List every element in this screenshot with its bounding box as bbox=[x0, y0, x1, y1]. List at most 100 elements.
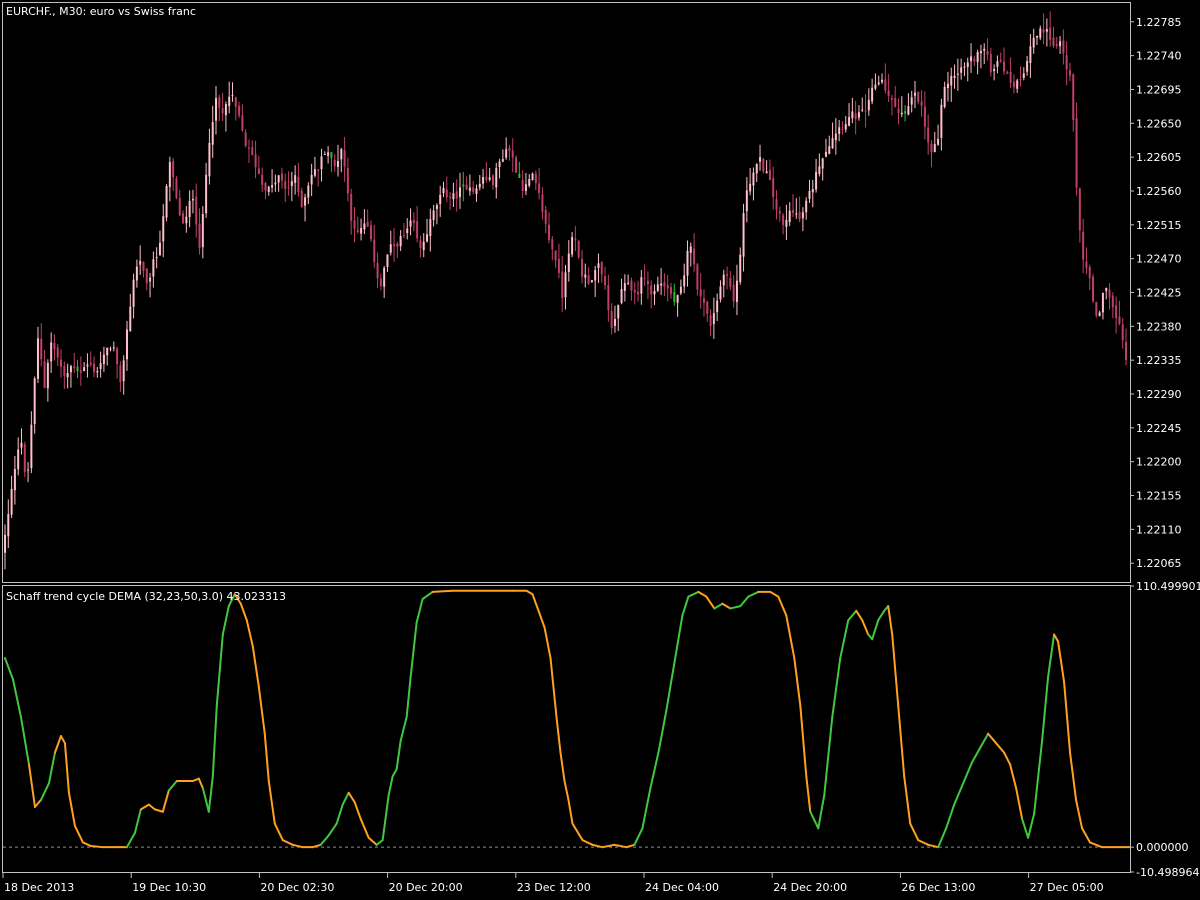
candle-body bbox=[970, 56, 973, 62]
candle-body bbox=[590, 280, 593, 283]
candle-body bbox=[396, 243, 399, 247]
candle-body bbox=[683, 275, 686, 287]
candle-body bbox=[99, 363, 102, 369]
candle-body bbox=[389, 244, 392, 253]
candle-body bbox=[343, 150, 346, 167]
candle-body bbox=[818, 166, 821, 174]
candle-body bbox=[666, 285, 669, 289]
candle-body bbox=[623, 283, 626, 291]
candle-body bbox=[30, 424, 33, 468]
background bbox=[0, 0, 1200, 900]
candle-body bbox=[518, 173, 521, 178]
candle-body bbox=[152, 259, 155, 277]
candle-body bbox=[241, 115, 244, 131]
candle-body bbox=[857, 112, 860, 118]
candle-body bbox=[290, 181, 293, 187]
candle-body bbox=[76, 366, 79, 372]
candle-body bbox=[402, 235, 405, 237]
candle-body bbox=[284, 181, 287, 189]
candle-body bbox=[521, 179, 524, 191]
candle-body bbox=[900, 112, 903, 115]
candle-body bbox=[851, 111, 854, 119]
candle-body bbox=[689, 246, 692, 253]
candle-body bbox=[109, 348, 112, 350]
candle-body bbox=[498, 161, 501, 167]
x-tick-label: 27 Dec 05:00 bbox=[1030, 881, 1104, 894]
candle-body bbox=[716, 300, 719, 313]
candle-body bbox=[93, 363, 96, 372]
candle-body bbox=[597, 263, 600, 269]
candle-body bbox=[890, 97, 893, 100]
candle-body bbox=[782, 215, 785, 225]
candle-body bbox=[808, 190, 811, 199]
candle-body bbox=[1095, 301, 1098, 316]
candle-body bbox=[261, 174, 264, 185]
candle-body bbox=[155, 257, 158, 259]
candle-body bbox=[36, 338, 39, 379]
candle-body bbox=[1032, 37, 1035, 48]
candle-body bbox=[132, 279, 135, 307]
candle-body bbox=[53, 342, 56, 350]
candle-body bbox=[125, 329, 128, 360]
y-tick-label: 1.22605 bbox=[1136, 151, 1182, 164]
y-tick-label: 1.22065 bbox=[1136, 557, 1182, 570]
candle-body bbox=[69, 366, 72, 373]
candle-body bbox=[102, 354, 105, 364]
candle-body bbox=[1022, 73, 1025, 79]
candle-body bbox=[1075, 118, 1078, 188]
candle-body bbox=[224, 104, 227, 116]
candle-body bbox=[79, 370, 82, 373]
y-tick-label: 1.22740 bbox=[1136, 50, 1182, 63]
candle-body bbox=[798, 212, 801, 220]
candle-body bbox=[650, 285, 653, 295]
candle-body bbox=[613, 319, 616, 326]
candle-body bbox=[811, 189, 814, 193]
candle-body bbox=[320, 156, 323, 170]
candle-body bbox=[821, 158, 824, 169]
candle-body bbox=[1111, 295, 1114, 308]
candle-body bbox=[917, 91, 920, 103]
candle-body bbox=[56, 347, 59, 358]
candle-body bbox=[702, 298, 705, 303]
candle-body bbox=[106, 347, 109, 356]
candle-body bbox=[544, 210, 547, 224]
candle-body bbox=[904, 111, 907, 114]
candle-body bbox=[478, 184, 481, 188]
candle-body bbox=[366, 221, 369, 227]
candle-body bbox=[653, 291, 656, 295]
candle-body bbox=[554, 250, 557, 261]
candle-body bbox=[548, 224, 551, 240]
candle-body bbox=[722, 274, 725, 286]
candle-body bbox=[330, 152, 333, 158]
candle-body bbox=[426, 234, 429, 242]
candle-body bbox=[515, 157, 518, 173]
candle-body bbox=[1078, 188, 1081, 231]
candle-body bbox=[765, 171, 768, 174]
candle-body bbox=[221, 108, 224, 114]
candle-body bbox=[943, 86, 946, 107]
candle-body bbox=[1055, 44, 1058, 47]
candle-body bbox=[435, 205, 438, 210]
candle-body bbox=[966, 62, 969, 68]
candle-body bbox=[472, 187, 475, 192]
y-tick-label: 1.22110 bbox=[1136, 523, 1182, 536]
candle-body bbox=[63, 366, 66, 376]
candle-body bbox=[587, 275, 590, 284]
candle-body bbox=[561, 271, 564, 298]
candle-body bbox=[145, 268, 148, 284]
candle-body bbox=[584, 274, 587, 278]
candle-body bbox=[946, 83, 949, 89]
candle-body bbox=[66, 373, 69, 378]
x-tick-label: 24 Dec 20:00 bbox=[773, 881, 847, 894]
candle-body bbox=[762, 159, 765, 172]
candle-body bbox=[983, 48, 986, 51]
x-tick-label: 19 Dec 10:30 bbox=[132, 881, 206, 894]
price-panel-title: EURCHF., M30: euro vs Swiss franc bbox=[6, 5, 196, 18]
candle-body bbox=[215, 97, 218, 121]
candle-body bbox=[986, 50, 989, 55]
candle-body bbox=[528, 179, 531, 186]
candle-body bbox=[218, 97, 221, 109]
candle-body bbox=[452, 193, 455, 200]
candle-body bbox=[732, 284, 735, 302]
candle-body bbox=[1003, 61, 1006, 72]
